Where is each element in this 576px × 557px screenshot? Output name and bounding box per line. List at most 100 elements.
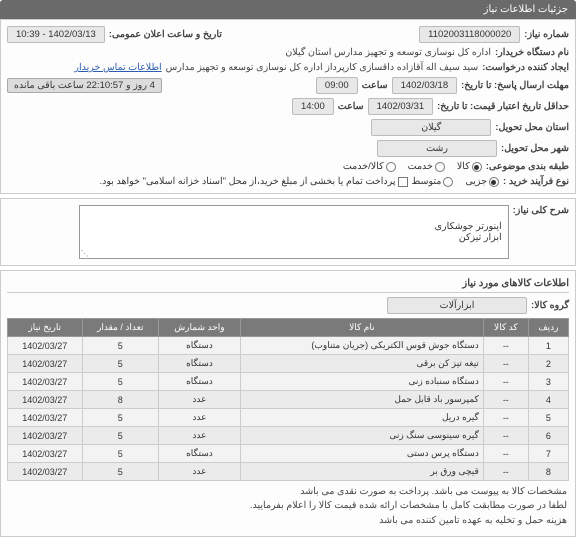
- creator-label: ایجاد کننده درخواست:: [482, 62, 569, 73]
- cell-date: 1402/03/27: [8, 373, 83, 391]
- reply-deadline-label: مهلت ارسال پاسخ: تا تاریخ:: [461, 80, 569, 91]
- cell-qty: 5: [82, 445, 158, 463]
- price-validity-time: 14:00: [292, 98, 334, 115]
- table-row: 3--دستگاه سنباده زنیدستگاه51402/03/27: [8, 373, 569, 391]
- buyer-value: اداره کل نوسازی توسعه و تجهیز مدارس استا…: [285, 47, 491, 58]
- announce-value: 1402/03/13 - 10:39: [7, 26, 105, 43]
- page-header: جزئیات اطلاعات نیاز: [0, 0, 576, 19]
- cell-date: 1402/03/27: [8, 445, 83, 463]
- items-section-title: اطلاعات کالاهای مورد نیاز: [7, 275, 569, 293]
- cell-qty: 5: [82, 409, 158, 427]
- table-header-row: ردیف کد کالا نام کالا واحد شمارش تعداد /…: [8, 319, 569, 337]
- cell-code: --: [483, 355, 528, 373]
- checkbox-icon: [398, 177, 408, 187]
- cell-name: گیره دریل: [240, 409, 483, 427]
- announce-label: تاریخ و ساعت اعلان عمومی:: [109, 29, 222, 40]
- purchase-opt-minor[interactable]: جزیی: [465, 176, 499, 187]
- items-table: ردیف کد کالا نام کالا واحد شمارش تعداد /…: [7, 318, 569, 481]
- table-row: 4--کمپرسور باد قابل حملعدد81402/03/27: [8, 391, 569, 409]
- cell-unit: عدد: [158, 409, 240, 427]
- purchase-type-group: جزیی متوسط: [412, 176, 500, 187]
- cell-idx: 7: [528, 445, 568, 463]
- cell-name: کمپرسور باد قابل حمل: [240, 391, 483, 409]
- reply-deadline-date: 1402/03/18: [392, 77, 458, 94]
- class-opt-service[interactable]: خدمت: [408, 161, 445, 172]
- notes-block: مشخصات کالا به پیوست می باشد. پرداخت به …: [7, 481, 569, 532]
- table-row: 6--گیره سینوسی سنگ زنیعدد51402/03/27: [8, 427, 569, 445]
- cell-date: 1402/03/27: [8, 409, 83, 427]
- classification-group: کالا خدمت کالا/خدمت: [343, 161, 482, 172]
- desc-textarea[interactable]: اینورتر جوشکاری ابزار تیزکن ⋰: [79, 205, 509, 259]
- cell-idx: 4: [528, 391, 568, 409]
- table-row: 1--دستگاه جوش قوس الکتریکی (جریان متناوب…: [8, 337, 569, 355]
- cell-date: 1402/03/27: [8, 355, 83, 373]
- cell-qty: 5: [82, 337, 158, 355]
- creator-value: سید سیف اله آقازاده داقسازی کارپرداز ادا…: [166, 62, 479, 73]
- reply-time-label: ساعت: [362, 80, 388, 91]
- cell-name: تیغه تیز کن برقی: [240, 355, 483, 373]
- cell-unit: عدد: [158, 427, 240, 445]
- cell-code: --: [483, 409, 528, 427]
- goods-group-label: گروه کالا:: [531, 300, 569, 311]
- cell-unit: دستگاه: [158, 337, 240, 355]
- table-row: 2--تیغه تیز کن برقیدستگاه51402/03/27: [8, 355, 569, 373]
- goods-group-value: ابزارآلات: [387, 297, 527, 314]
- contact-link[interactable]: اطلاعات تماس خریدار: [74, 62, 161, 73]
- cell-idx: 3: [528, 373, 568, 391]
- cell-date: 1402/03/27: [8, 391, 83, 409]
- reply-deadline-time: 09:00: [316, 77, 358, 94]
- cell-code: --: [483, 373, 528, 391]
- cell-name: دستگاه پرس دستی: [240, 445, 483, 463]
- col-unit: واحد شمارش: [158, 319, 240, 337]
- cell-name: دستگاه سنباده زنی: [240, 373, 483, 391]
- col-date: تاریخ نیاز: [8, 319, 83, 337]
- cell-code: --: [483, 445, 528, 463]
- cell-idx: 6: [528, 427, 568, 445]
- purchase-opt-medium[interactable]: متوسط: [412, 176, 454, 187]
- table-row: 8--قیچی ورق برعدد51402/03/27: [8, 463, 569, 481]
- class-opt-both[interactable]: کالا/خدمت: [343, 161, 396, 172]
- items-section: اطلاعات کالاهای مورد نیاز گروه کالا: ابزا…: [0, 270, 576, 537]
- cell-name: قیچی ورق بر: [240, 463, 483, 481]
- cell-date: 1402/03/27: [8, 337, 83, 355]
- table-row: 5--گیره دریلعدد51402/03/27: [8, 409, 569, 427]
- cell-idx: 8: [528, 463, 568, 481]
- page-title: جزئیات اطلاعات نیاز: [484, 4, 568, 15]
- need-no-label: شماره نیاز:: [524, 29, 569, 40]
- province-label: استان محل تحویل:: [495, 122, 569, 133]
- remaining-time: 4 روز و 22:10:57 ساعت باقی مانده: [7, 78, 162, 93]
- cell-name: گیره سینوسی سنگ زنی: [240, 427, 483, 445]
- cell-unit: عدد: [158, 463, 240, 481]
- cell-qty: 5: [82, 373, 158, 391]
- radio-icon: [472, 162, 482, 172]
- cell-idx: 1: [528, 337, 568, 355]
- description-section: شرح کلی نیاز: اینورتر جوشکاری ابزار تیزک…: [0, 198, 576, 266]
- treasury-checkbox[interactable]: پرداخت تمام یا بخشی از مبلغ خرید،از محل …: [99, 176, 407, 187]
- radio-icon: [435, 162, 445, 172]
- col-idx: ردیف: [528, 319, 568, 337]
- resize-icon: ⋰: [81, 249, 89, 257]
- col-name: نام کالا: [240, 319, 483, 337]
- note-line-2: لطفا در صورت مطابقت کامل با مشخصات ارائه…: [9, 499, 567, 513]
- radio-icon: [386, 162, 396, 172]
- cell-code: --: [483, 337, 528, 355]
- province-value: گیلان: [371, 119, 491, 136]
- class-opt-goods[interactable]: کالا: [457, 161, 482, 172]
- desc-text: اینورتر جوشکاری ابزار تیزکن: [435, 221, 502, 243]
- info-section: شماره نیاز: 1102003118000020 تاریخ و ساع…: [0, 19, 576, 194]
- desc-label: شرح کلی نیاز:: [513, 205, 569, 216]
- cell-code: --: [483, 427, 528, 445]
- cell-idx: 5: [528, 409, 568, 427]
- cell-qty: 5: [82, 355, 158, 373]
- radio-icon: [489, 177, 499, 187]
- price-validity-date: 1402/03/31: [368, 98, 434, 115]
- city-value: رشت: [377, 140, 497, 157]
- table-row: 7--دستگاه پرس دستیدستگاه51402/03/27: [8, 445, 569, 463]
- cell-code: --: [483, 463, 528, 481]
- col-code: کد کالا: [483, 319, 528, 337]
- cell-unit: دستگاه: [158, 445, 240, 463]
- cell-date: 1402/03/27: [8, 463, 83, 481]
- price-time-label: ساعت: [338, 101, 364, 112]
- radio-icon: [443, 177, 453, 187]
- col-qty: تعداد / مقدار: [82, 319, 158, 337]
